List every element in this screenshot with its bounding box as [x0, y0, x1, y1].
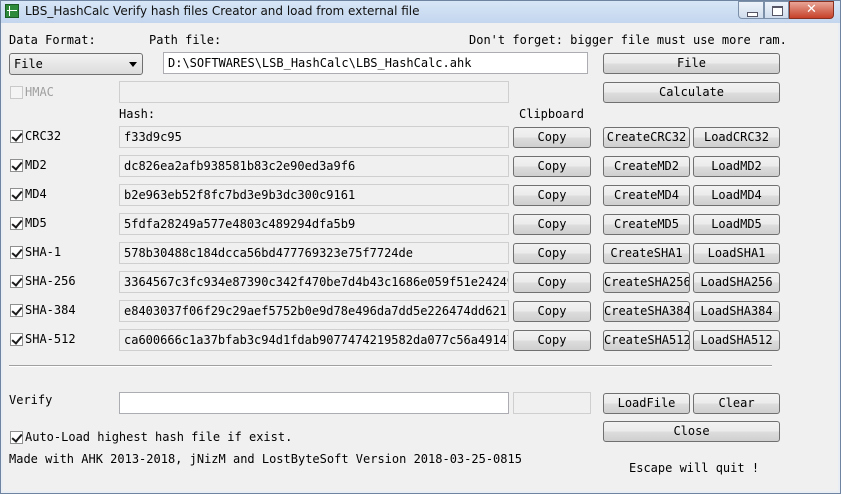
maximize-button[interactable]: [764, 1, 789, 19]
sha256-checkbox[interactable]: [10, 275, 23, 288]
divider: [9, 365, 772, 367]
md5-hash-value: 5fdfa28249a577e4803c489294dfa5b9: [124, 217, 356, 231]
crc32-checkbox[interactable]: [10, 130, 23, 143]
create-sha1-button[interactable]: CreateSHA1: [603, 243, 690, 264]
crc32-label: CRC32: [25, 129, 62, 143]
sha384-copy-button[interactable]: Copy: [513, 301, 591, 322]
md2-hash-field[interactable]: dc826ea2afb938581b83c2e90ed3a9f6: [119, 155, 509, 177]
sha256-label: SHA-256: [25, 274, 76, 288]
hmac-input[interactable]: [119, 81, 509, 103]
load-crc32-button[interactable]: LoadCRC32: [693, 127, 780, 148]
md2-label: MD2: [25, 158, 47, 172]
sha1-checkbox[interactable]: [10, 246, 23, 259]
load-sha256-button[interactable]: LoadSHA256: [693, 272, 780, 293]
sha512-hash-field[interactable]: ca600666c1a37bfab3c94d1fdab9077474219582…: [119, 329, 509, 351]
sha512-hash-value: ca600666c1a37bfab3c94d1fdab9077474219582…: [124, 333, 509, 347]
sha512-label: SHA-512: [25, 332, 76, 346]
path-input[interactable]: D:\SOFTWARES\LSB_HashCalc\LBS_HashCalc.a…: [163, 52, 588, 74]
path-file-label: Path file:: [149, 33, 222, 47]
sha1-hash-field[interactable]: 578b30488c184dcca56bd477769323e75f7724de: [119, 242, 509, 264]
md2-copy-button[interactable]: Copy: [513, 156, 591, 177]
load-sha384-button[interactable]: LoadSHA384: [693, 301, 780, 322]
client-area: Data Format: Path file: Don't forget: bi…: [3, 23, 838, 491]
data-format-value: File: [14, 57, 43, 71]
md5-label: MD5: [25, 216, 47, 230]
load-md4-button[interactable]: LoadMD4: [693, 185, 780, 206]
load-md5-button[interactable]: LoadMD5: [693, 214, 780, 235]
crc32-hash-value: f33d9c95: [124, 130, 182, 144]
create-md5-button[interactable]: CreateMD5: [603, 214, 690, 235]
close-icon: ✕: [806, 2, 817, 17]
md2-checkbox[interactable]: [10, 159, 23, 172]
credits-text: Made with AHK 2013-2018, jNizM and LostB…: [9, 452, 522, 466]
md4-label: MD4: [25, 187, 47, 201]
create-crc32-button[interactable]: CreateCRC32: [603, 127, 690, 148]
file-button[interactable]: File: [603, 53, 780, 74]
load-md2-button[interactable]: LoadMD2: [693, 156, 780, 177]
loadfile-button[interactable]: LoadFile: [603, 393, 690, 414]
chevron-down-icon: [129, 62, 137, 67]
md5-hash-field[interactable]: 5fdfa28249a577e4803c489294dfa5b9: [119, 213, 509, 235]
verify-status: [513, 392, 591, 414]
data-format-label: Data Format:: [9, 33, 96, 47]
hmac-label: HMAC: [25, 85, 54, 99]
close-button[interactable]: Close: [603, 421, 780, 442]
md4-copy-button[interactable]: Copy: [513, 185, 591, 206]
md4-hash-value: b2e963eb52f8fc7bd3e9b3dc300c9161: [124, 188, 356, 202]
create-sha256-button[interactable]: CreateSHA256: [603, 272, 690, 293]
app-window: LBS_HashCalc Verify hash files Creator a…: [0, 0, 841, 494]
sha384-hash-value: e8403037f06f29c29aef5752b0e9d78e496da7dd…: [124, 304, 509, 318]
sha512-copy-button[interactable]: Copy: [513, 330, 591, 351]
load-sha1-button[interactable]: LoadSHA1: [693, 243, 780, 264]
close-window-button[interactable]: ✕: [789, 1, 834, 19]
create-md2-button[interactable]: CreateMD2: [603, 156, 690, 177]
sha384-checkbox[interactable]: [10, 304, 23, 317]
verify-input[interactable]: [119, 392, 509, 414]
create-sha512-button[interactable]: CreateSHA512: [603, 330, 690, 351]
create-md4-button[interactable]: CreateMD4: [603, 185, 690, 206]
crc32-copy-button[interactable]: Copy: [513, 127, 591, 148]
load-sha512-button[interactable]: LoadSHA512: [693, 330, 780, 351]
hash-header: Hash:: [119, 107, 156, 121]
escape-notice: Escape will quit !: [629, 461, 760, 475]
sha1-hash-value: 578b30488c184dcca56bd477769323e75f7724de: [124, 246, 413, 260]
sha1-label: SHA-1: [25, 245, 62, 259]
ram-notice: Don't forget: bigger file must use more …: [469, 33, 787, 47]
clipboard-header: Clipboard: [519, 107, 585, 121]
create-sha384-button[interactable]: CreateSHA384: [603, 301, 690, 322]
sha256-hash-value: 3364567c3fc934e87390c342f470be7d4b43c168…: [124, 275, 509, 289]
md5-checkbox[interactable]: [10, 217, 23, 230]
crc32-hash-field[interactable]: f33d9c95: [119, 126, 509, 148]
sha1-copy-button[interactable]: Copy: [513, 243, 591, 264]
sha384-label: SHA-384: [25, 303, 76, 317]
path-input-value: D:\SOFTWARES\LSB_HashCalc\LBS_HashCalc.a…: [168, 56, 472, 70]
clear-button[interactable]: Clear: [693, 393, 780, 414]
md2-hash-value: dc826ea2afb938581b83c2e90ed3a9f6: [124, 159, 356, 173]
title-bar[interactable]: LBS_HashCalc Verify hash files Creator a…: [1, 1, 840, 23]
calculate-button[interactable]: Calculate: [603, 82, 780, 103]
app-icon: [5, 4, 19, 18]
sha384-hash-field[interactable]: e8403037f06f29c29aef5752b0e9d78e496da7dd…: [119, 300, 509, 322]
hmac-checkbox[interactable]: [10, 86, 23, 99]
window-title: LBS_HashCalc Verify hash files Creator a…: [25, 4, 420, 18]
minimize-button[interactable]: [738, 1, 764, 19]
autoload-label: Auto-Load highest hash file if exist.: [25, 430, 293, 444]
data-format-select[interactable]: File: [9, 53, 143, 75]
verify-label: Verify: [9, 393, 53, 407]
md4-checkbox[interactable]: [10, 188, 23, 201]
sha256-copy-button[interactable]: Copy: [513, 272, 591, 293]
md4-hash-field[interactable]: b2e963eb52f8fc7bd3e9b3dc300c9161: [119, 184, 509, 206]
sha512-checkbox[interactable]: [10, 333, 23, 346]
autoload-checkbox[interactable]: [10, 431, 23, 444]
md5-copy-button[interactable]: Copy: [513, 214, 591, 235]
sha256-hash-field[interactable]: 3364567c3fc934e87390c342f470be7d4b43c168…: [119, 271, 509, 293]
